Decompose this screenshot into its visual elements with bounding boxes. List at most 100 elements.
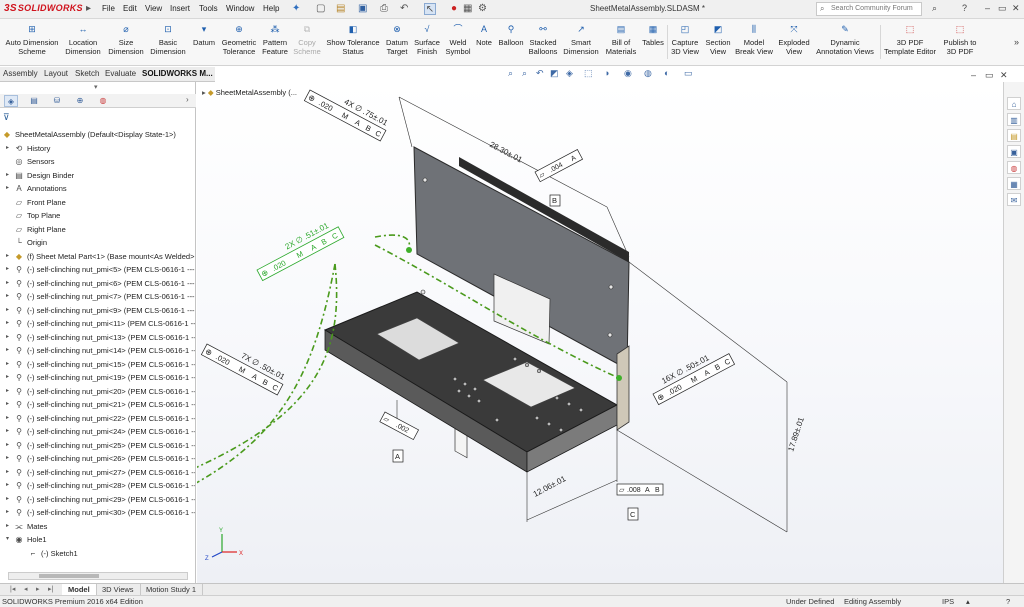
expand-arrow-icon[interactable]: ▸: [6, 452, 9, 465]
gtol-frame-left[interactable]: 7X ∅ .50±.01 ⊕ .020 M A B C: [200, 334, 288, 396]
tree-item[interactable]: ▱ Top Plane: [0, 209, 195, 222]
geometric-tolerance-button[interactable]: ⊕ Geometric Tolerance: [220, 23, 258, 56]
doc-restore-icon[interactable]: ▭: [985, 70, 994, 81]
previous-view-icon[interactable]: ↶: [536, 68, 544, 79]
tree-item[interactable]: ▸ ⚲ (-) self-clinching nut_pmi<22> (PEM CL…: [0, 412, 195, 425]
menu-tools[interactable]: Tools: [199, 4, 218, 13]
menu-insert[interactable]: Insert: [170, 4, 190, 13]
width-dimension[interactable]: 28.30±.01: [488, 140, 524, 165]
ribbon-overflow-icon[interactable]: »: [1014, 37, 1019, 47]
traffic-light-icon[interactable]: ●: [451, 3, 457, 15]
feature-tree-scrollbar[interactable]: [8, 572, 188, 580]
datum-target-button[interactable]: ⊗ Datum Target: [382, 23, 412, 56]
expand-arrow-icon[interactable]: ▸: [6, 385, 9, 398]
edit-appearance-icon[interactable]: ◍: [644, 68, 652, 79]
zoom-to-area-icon[interactable]: ⌕: [522, 68, 527, 79]
expand-arrow-icon[interactable]: ▸: [6, 412, 9, 425]
3d-pdf-template-editor-button[interactable]: ⬚ 3D PDF Template Editor: [881, 23, 939, 56]
status-help-icon[interactable]: ?: [1006, 596, 1010, 607]
expand-arrow-icon[interactable]: ▸: [6, 466, 9, 479]
section-view-button[interactable]: ◩ Section View: [704, 23, 732, 56]
tree-item[interactable]: ▸ ⚲ (-) self-clinching nut_pmi<24> (PEM CL…: [0, 425, 195, 438]
tree-item[interactable]: ⌐ (-) Sketch1: [0, 547, 195, 560]
balloon-button[interactable]: ⚲ Balloon: [496, 23, 526, 47]
tree-item[interactable]: ▸ ⚲ (-) self-clinching nut_pmi<30> (PEM CL…: [0, 506, 195, 519]
search-input[interactable]: ⌕ Search Community Forum: [816, 2, 922, 16]
minimize-icon[interactable]: –: [985, 3, 990, 13]
restore-icon[interactable]: ▭: [998, 3, 1007, 14]
flatness-frame-front[interactable]: ▱ .002: [379, 411, 420, 441]
pin-icon[interactable]: ✦: [292, 3, 300, 15]
smart-dimension-button[interactable]: ↗ Smart Dimension: [561, 23, 601, 56]
tree-item[interactable]: ▸ ⚲ (-) self-clinching nut_pmi<7> (PEM CLS…: [0, 290, 195, 303]
tree-item[interactable]: ▾ ◉ Hole1: [0, 533, 195, 546]
next-tab-icon[interactable]: ▸: [36, 585, 40, 593]
tab-solidworks-mbd[interactable]: SOLIDWORKS M...: [142, 69, 213, 78]
tab-sketch[interactable]: Sketch: [75, 69, 99, 78]
tree-item[interactable]: ▸ ⚲ (-) self-clinching nut_pmi<13> (PEM CL…: [0, 331, 195, 344]
tree-item[interactable]: ◎ Sensors: [0, 155, 195, 168]
help-icon[interactable]: ?: [962, 3, 967, 13]
expand-menu-icon[interactable]: ▸: [86, 3, 91, 15]
location-dimension-button[interactable]: ↔ Location Dimension: [62, 23, 104, 56]
tree-item[interactable]: ▸ ⚲ (-) self-clinching nut_pmi<28> (PEM CL…: [0, 479, 195, 492]
select-icon[interactable]: ↖: [424, 3, 436, 15]
forum-icon[interactable]: ✉: [1007, 193, 1021, 206]
tree-item[interactable]: ▸ ⫘ Mates: [0, 520, 195, 533]
tree-item[interactable]: ▸ ▤ Design Binder: [0, 169, 195, 182]
expand-arrow-icon[interactable]: ▸: [6, 290, 9, 303]
save-icon[interactable]: ▣: [358, 3, 367, 15]
model-break-view-button[interactable]: ⫼ Model Break View: [734, 23, 774, 56]
options-gear-icon[interactable]: ⚙: [478, 3, 487, 15]
dimxpert-manager-tab-icon[interactable]: ⊕: [73, 95, 87, 107]
size-dimension-button[interactable]: ⌀ Size Dimension: [106, 23, 146, 56]
tree-item[interactable]: └ Origin: [0, 236, 195, 249]
stacked-balloons-button[interactable]: ⚯ Stacked Balloons: [526, 23, 560, 56]
tables-button[interactable]: ▦ Tables: [640, 23, 666, 47]
file-explorer-icon[interactable]: ▤: [1007, 129, 1021, 142]
datum-flatness-frame[interactable]: ▱ .004 A: [534, 148, 584, 183]
note-button[interactable]: A Note: [474, 23, 494, 47]
tab-motion-study[interactable]: Motion Study 1: [140, 584, 204, 595]
expand-arrow-icon[interactable]: ▸: [6, 263, 9, 276]
doc-close-icon[interactable]: ✕: [1000, 70, 1008, 81]
tree-item[interactable]: ▸ ⟲ History: [0, 142, 195, 155]
gtol-frame-right[interactable]: 16X ∅ .50±.01 ⊕ .020 M A B C: [648, 344, 736, 406]
expand-arrow-icon[interactable]: ▸: [6, 479, 9, 492]
tab-3d-views[interactable]: 3D Views: [96, 584, 141, 595]
auto-dimension-scheme-button[interactable]: ⊞ Auto Dimension Scheme: [2, 23, 62, 56]
menu-window[interactable]: Window: [226, 4, 254, 13]
panel-collapse-icon[interactable]: ›: [186, 95, 189, 104]
expand-arrow-icon[interactable]: ▸: [6, 331, 9, 344]
view-orientation-icon[interactable]: ⬚: [584, 68, 593, 79]
expand-arrow-icon[interactable]: ▸: [6, 506, 9, 519]
menu-help[interactable]: Help: [263, 4, 279, 13]
show-tolerance-status-button[interactable]: ◧ Show Tolerance Status: [324, 23, 382, 56]
expand-arrow-icon[interactable]: ▸: [6, 304, 9, 317]
expand-arrow-icon[interactable]: ▸: [6, 371, 9, 384]
expand-arrow-icon[interactable]: ▸: [6, 182, 9, 195]
expand-arrow-icon[interactable]: ▸: [6, 169, 9, 182]
copy-scheme-button[interactable]: ⧉ Copy Scheme: [292, 23, 322, 56]
menu-view[interactable]: View: [145, 4, 162, 13]
close-icon[interactable]: ✕: [1012, 3, 1020, 14]
bill-of-materials-button[interactable]: ▤ Bill of Materials: [602, 23, 640, 56]
filter-icon[interactable]: ⊽: [3, 112, 10, 123]
view-settings-icon[interactable]: ▭: [684, 68, 693, 79]
section-view-hud-icon[interactable]: ◩: [550, 68, 559, 79]
configuration-manager-tab-icon[interactable]: ⛁: [50, 95, 64, 107]
apply-scene-icon[interactable]: ◐: [664, 68, 669, 78]
first-tab-icon[interactable]: |◂: [10, 585, 15, 593]
scrollbar-thumb[interactable]: [39, 574, 99, 578]
dynamic-annotation-views-button[interactable]: ✎ Dynamic Annotation Views: [812, 23, 878, 56]
tree-item[interactable]: ▸ ⚲ (-) self-clinching nut_pmi<14> (PEM CL…: [0, 344, 195, 357]
graphics-area[interactable]: ▸ ◆ SheetMetalAssembly (... 4X ∅ .75±.01…: [197, 82, 1003, 583]
tree-item[interactable]: ▸ ⚲ (-) self-clinching nut_pmi<9> (PEM CLS…: [0, 304, 195, 317]
home-icon[interactable]: ⌂: [1007, 97, 1021, 110]
tree-item[interactable]: ▸ ⚲ (-) self-clinching nut_pmi<5> (PEM CLS…: [0, 263, 195, 276]
tab-model[interactable]: Model: [62, 584, 97, 595]
expand-arrow-icon[interactable]: ▸: [6, 425, 9, 438]
open-icon[interactable]: ▤: [336, 3, 345, 15]
tree-item[interactable]: ▸ ⚲ (-) self-clinching nut_pmi<11> (PEM CL…: [0, 317, 195, 330]
expand-arrow-icon[interactable]: ▸: [6, 493, 9, 506]
